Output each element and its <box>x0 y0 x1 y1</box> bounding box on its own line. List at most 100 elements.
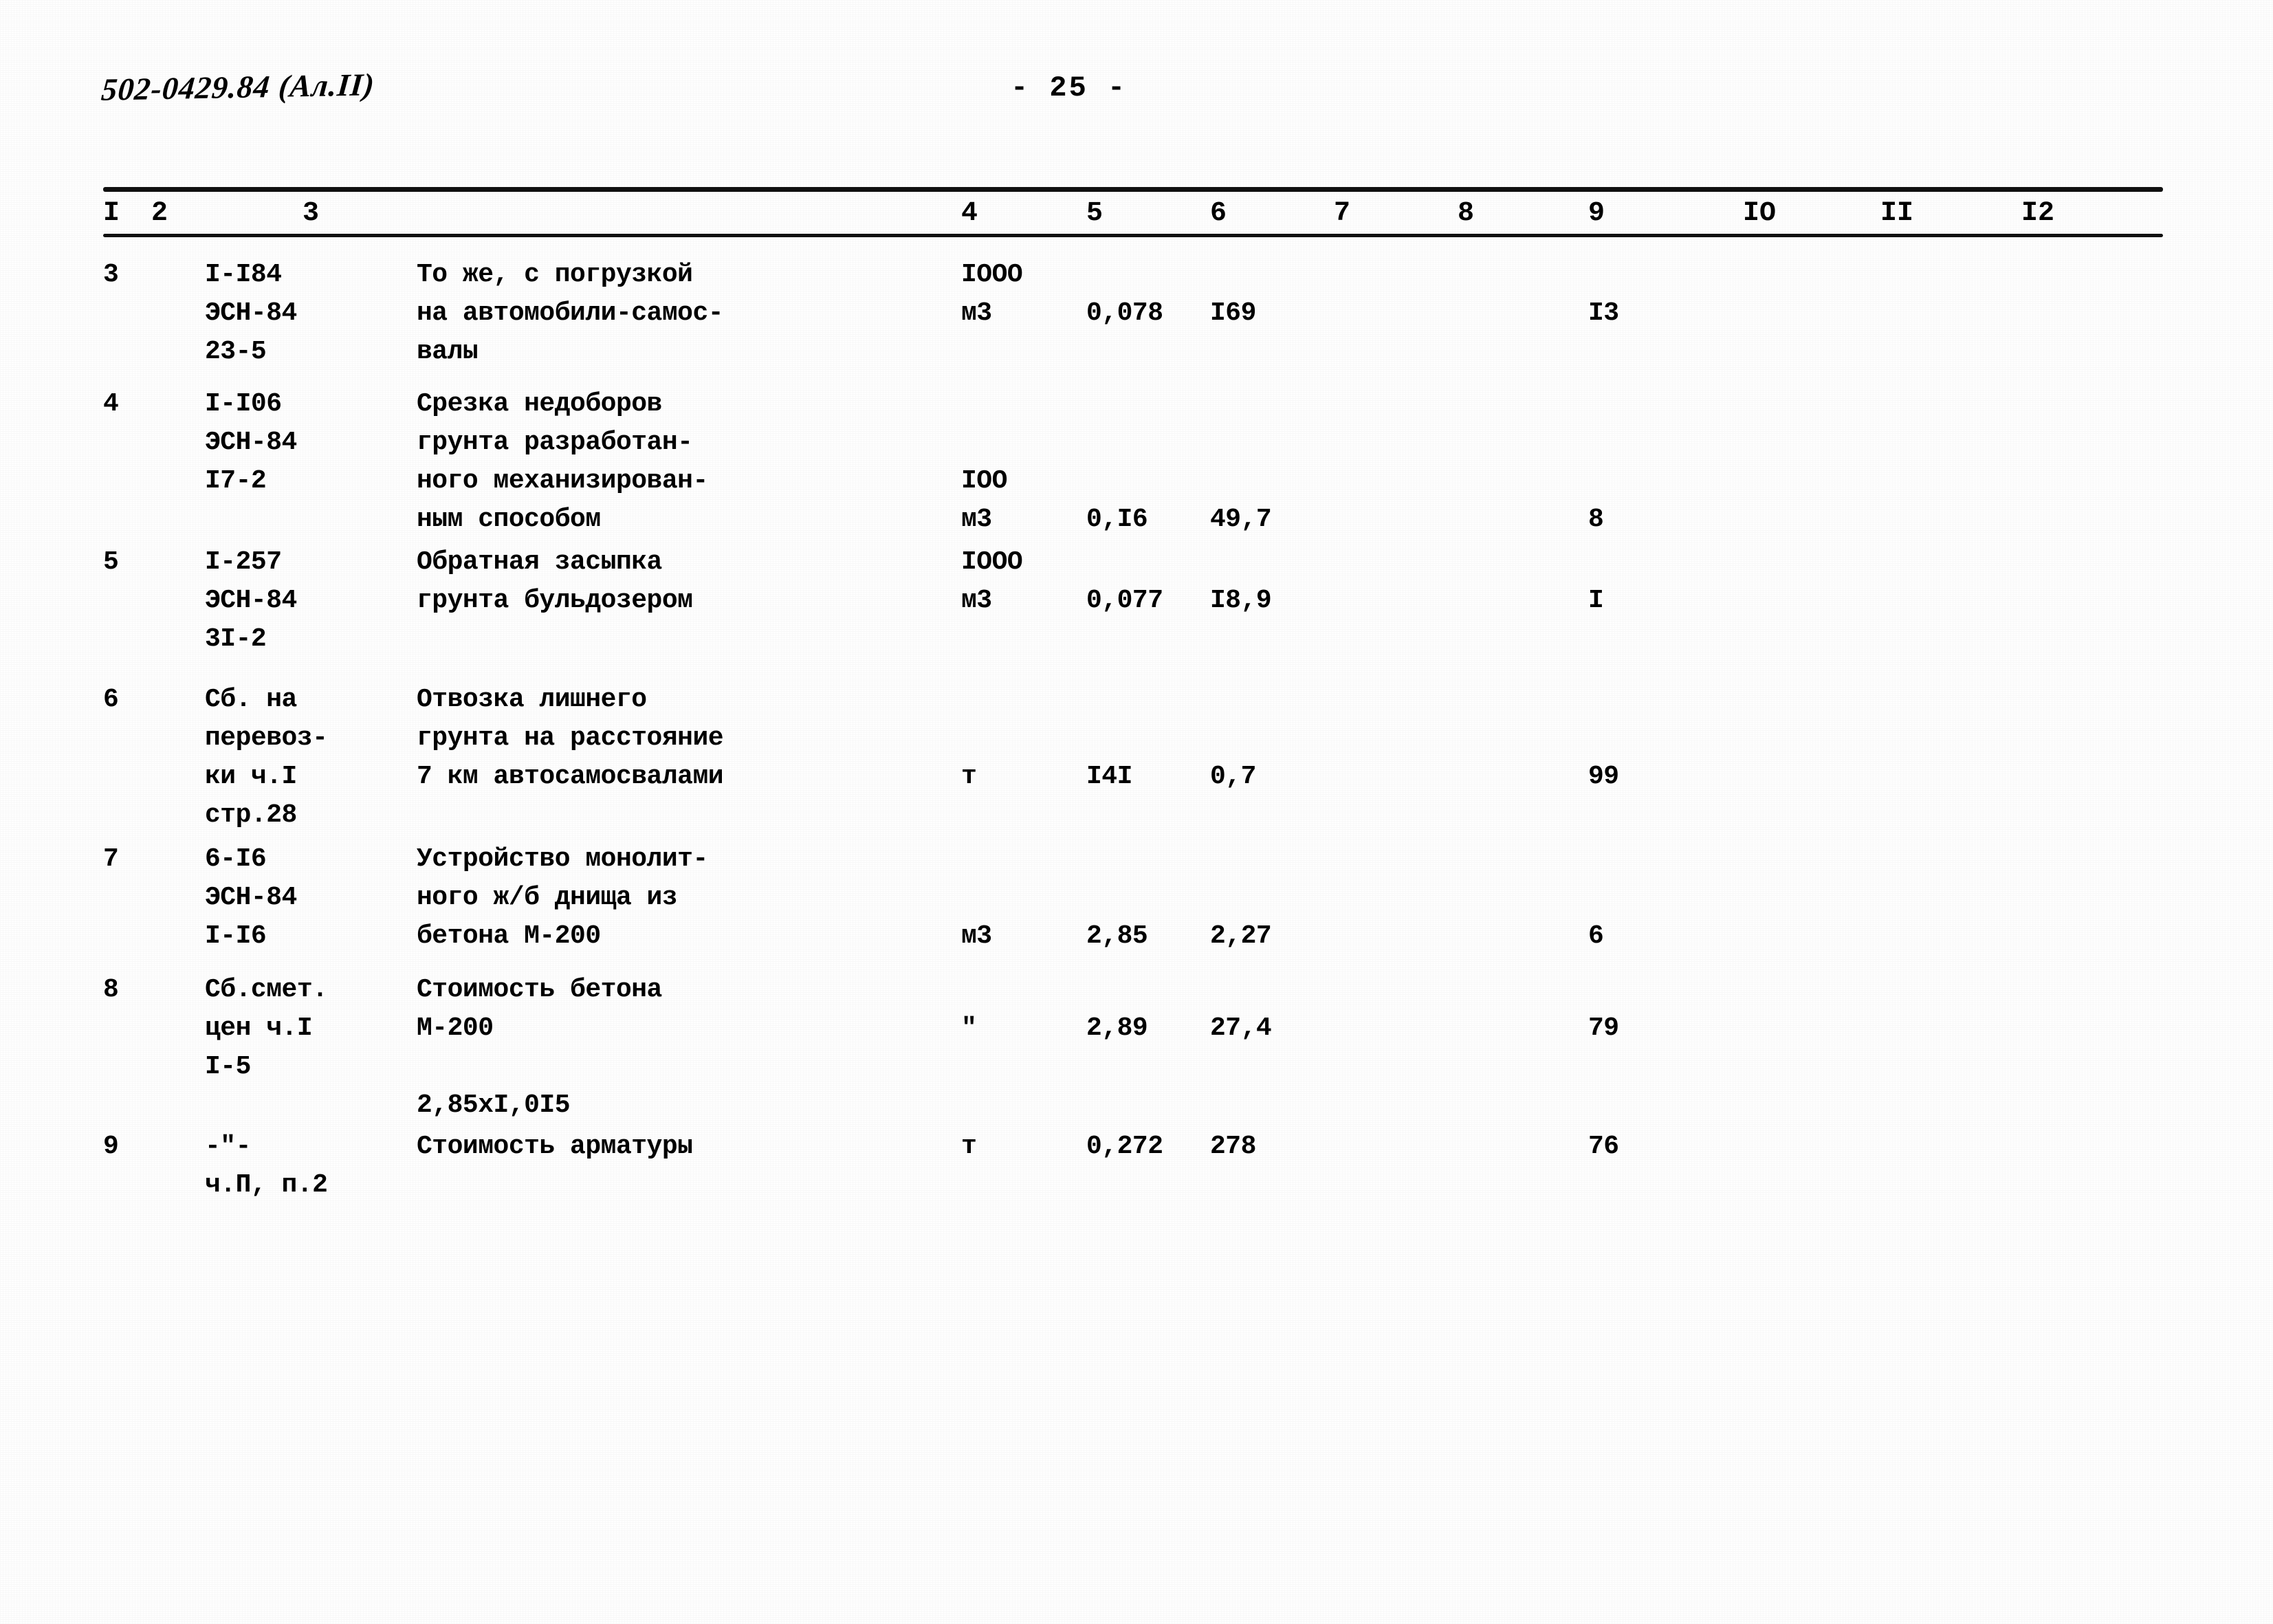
column-header-12: I2 <box>2021 198 2055 229</box>
row-unit: т <box>961 1128 977 1166</box>
row-norm-code: I-I84 ЭСН-84 23-5 <box>205 256 297 371</box>
norm-code-line: I-I06 <box>205 389 282 419</box>
row-value-col6: 49,7 <box>1210 505 1272 534</box>
norm-code-line: ЭСН-84 <box>205 428 297 457</box>
description-line: валы <box>417 337 479 366</box>
row-description: Стоимость бетона М-200 2,85xI,0I5 <box>417 971 662 1125</box>
description-line: бетона М-200 <box>417 921 601 951</box>
row-item-number: 3 <box>103 260 119 289</box>
description-line: грунта разработан- <box>417 428 693 457</box>
norm-code-line: I-5 <box>205 1052 251 1082</box>
row-value-col5: I4I <box>1086 762 1132 791</box>
norm-code-line: I-I84 <box>205 260 282 289</box>
column-header-6: 6 <box>1210 198 1227 229</box>
row-description: Обратная засыпка грунта бульдозером <box>417 543 693 620</box>
column-header-3: 3 <box>303 198 320 229</box>
row-unit: IOOO м3 <box>961 543 1023 620</box>
unit-line: м3 <box>961 586 992 615</box>
column-header-11: II <box>1880 198 1914 229</box>
norm-code-line: ЭСН-84 <box>205 586 297 615</box>
unit-line: IOOO <box>961 260 1023 289</box>
column-header-7: 7 <box>1334 198 1351 229</box>
description-line: ного механизирован- <box>417 466 708 496</box>
row-description: Срезка недоборов грунта разработан-ного м… <box>417 385 708 539</box>
row-unit: м3 <box>961 917 992 956</box>
table-top-rule <box>103 187 2163 192</box>
row-value-col6: I8,9 <box>1210 586 1272 615</box>
norm-code-line: Сб. на <box>205 685 297 714</box>
column-header-8: 8 <box>1458 198 1475 229</box>
column-header-2: 2 <box>151 198 168 229</box>
row-value-col9: 6 <box>1588 921 1604 951</box>
norm-code-line: I7-2 <box>205 466 267 496</box>
description-line: Срезка недоборов <box>417 389 662 419</box>
norm-code-line: 6-I6 <box>205 844 267 874</box>
description-line: Отвозка лишнего <box>417 685 647 714</box>
row-value-col5: 2,89 <box>1086 1013 1148 1043</box>
row-item-number: 9 <box>103 1132 119 1161</box>
norm-code-line: ЭСН-84 <box>205 298 297 328</box>
unit-line: т <box>961 1132 977 1161</box>
norm-code-line: цен ч.I <box>205 1013 313 1043</box>
row-norm-code: 6-I6 ЭСН-84 I-I6 <box>205 840 297 956</box>
row-value-col9: I <box>1588 586 1604 615</box>
description-line: Устройство монолит- <box>417 844 708 874</box>
description-line: грунта на расстояние <box>417 723 724 753</box>
description-line: Стоимость арматуры <box>417 1132 693 1161</box>
norm-code-line: ЭСН-84 <box>205 883 297 912</box>
row-value-col9: 99 <box>1588 762 1619 791</box>
row-item-number: 6 <box>103 685 119 714</box>
norm-code-line: -"- <box>205 1132 251 1161</box>
description-line: То же, с погрузкой <box>417 260 693 289</box>
row-item-number: 7 <box>103 844 119 874</box>
row-value-col5: 0,I6 <box>1086 505 1148 534</box>
description-line: ным способом <box>417 505 601 534</box>
row-description: Устройство монолит-ного ж/б днища из бето… <box>417 840 708 956</box>
norm-code-line: I-257 <box>205 547 282 577</box>
row-norm-code: I-257 ЭСН-84 3I-2 <box>205 543 297 659</box>
description-line <box>417 1048 662 1086</box>
document-header: 502-0429.84 (Ал.II) - 25 - <box>0 66 2273 128</box>
description-line: ного ж/б днища из <box>417 883 678 912</box>
description-line: М-200 <box>417 1013 494 1043</box>
norm-code-line: перевоз- <box>205 723 328 753</box>
row-unit: IOOO м3 <box>961 256 1023 333</box>
row-item-number: 4 <box>103 389 119 419</box>
column-header-5: 5 <box>1086 198 1103 229</box>
norm-code-line: 23-5 <box>205 337 267 366</box>
row-value-col5: 0,078 <box>1086 298 1163 328</box>
table-column-headers: I 2 3 4 5 6 7 8 9 IO II I2 <box>103 198 2166 234</box>
row-value-col9: 76 <box>1588 1132 1619 1161</box>
row-norm-code: I-I06 ЭСН-84 I7-2 <box>205 385 297 501</box>
row-unit: " <box>961 1009 977 1048</box>
row-description: Стоимость арматуры <box>417 1128 693 1166</box>
unit-line: м3 <box>961 921 992 951</box>
row-unit: IOO м3 <box>961 462 1007 539</box>
table-header-rule <box>103 234 2163 237</box>
column-header-1: I <box>103 198 120 229</box>
row-value-col9: I3 <box>1588 298 1619 328</box>
row-norm-code: Сб.смет. цен ч.I I-5 <box>205 971 328 1086</box>
norm-code-line: стр.28 <box>205 800 297 830</box>
description-line: Стоимость бетона <box>417 975 662 1005</box>
unit-line: " <box>961 1013 977 1043</box>
unit-line: м3 <box>961 298 992 328</box>
row-description: Отвозка лишнего грунта на расстояние 7 км … <box>417 681 724 796</box>
row-item-number: 8 <box>103 975 119 1005</box>
description-line: Обратная засыпка <box>417 547 662 577</box>
row-value-col5: 2,85 <box>1086 921 1148 951</box>
row-value-col6: 27,4 <box>1210 1013 1272 1043</box>
unit-line: т <box>961 762 977 791</box>
norm-code-line: I-I6 <box>205 921 267 951</box>
column-header-4: 4 <box>961 198 978 229</box>
row-norm-code: -"- ч.П, п.2 <box>205 1128 328 1205</box>
description-line: 7 км автосамосвалами <box>417 762 724 791</box>
row-value-col6: 2,27 <box>1210 921 1272 951</box>
row-description: То же, с погрузкой на автомобили-самос-ва… <box>417 256 724 371</box>
row-value-col9: 79 <box>1588 1013 1619 1043</box>
description-line: 2,85xI,0I5 <box>417 1090 571 1120</box>
column-header-10: IO <box>1743 198 1777 229</box>
row-item-number: 5 <box>103 547 119 577</box>
row-value-col6: 0,7 <box>1210 762 1256 791</box>
unit-line: IOO <box>961 466 1007 496</box>
